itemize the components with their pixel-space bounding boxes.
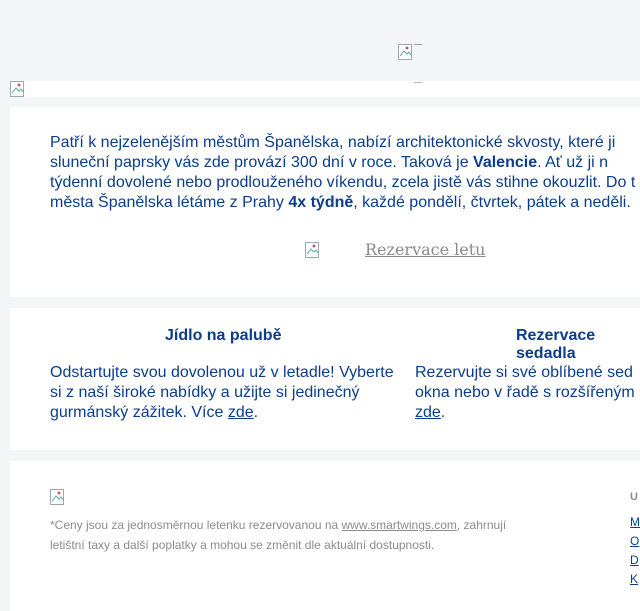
smartwings-link[interactable]: www.smartwings.com [342,518,457,532]
seat-line-1: Rezervujte si své oblíbené sed [415,364,633,381]
intro-line-2: sluneční paprsky vás zde provází 300 dní… [50,154,474,171]
intro-line-4-end: , každé pondělí, čtvrtek, pátek a neděli… [353,194,631,211]
intro-line-2-end: . Ať už ji n [537,154,609,171]
city-name: Valencie [473,154,538,171]
food-line-3-end: . [253,404,259,421]
footer-link[interactable]: K [630,570,640,589]
footer-side-links: M O D K [630,513,640,589]
intro-line-1: Patří k nejzelenějším městům Španělska, … [50,134,616,151]
header-logo-broken-image-icon [398,44,414,60]
flight-frequency: 4x týdně [288,194,354,211]
button-broken-image-icon [305,241,321,258]
hero-banner [10,81,640,97]
features-card: Jídlo na palubě Odstartujte svou dovolen… [10,308,640,450]
seat-more-link[interactable]: zde [415,404,441,421]
footer-logo-broken-image-icon [50,489,66,505]
intro-paragraph: Patří k nejzelenějším městům Španělska, … [50,133,640,213]
hero-broken-image-icon [10,81,26,97]
disclaimer-text: *Ceny jsou za jednosměrnou letenku rezer… [50,518,342,532]
intro-line-3: týdenní dovolené nebo prodlouženého víke… [50,174,636,191]
footer-side-heading: U [630,491,638,503]
feature-body-seat: Rezervujte si své oblíbené sed okna nebo… [415,363,640,423]
intro-line-4: města Španělska létáme z Prahy [50,194,289,211]
book-flight-label[interactable]: Rezervace letu [365,240,485,259]
footer-link[interactable]: O [630,532,640,551]
food-more-link[interactable]: zde [228,404,254,421]
seat-line-2: okna nebo v řadě s rozšířeným [415,384,635,401]
book-flight-button[interactable]: Rezervace letu [305,240,485,259]
footer-card: *Ceny jsou za jednosměrnou letenku rezer… [10,461,640,611]
food-line-2: si z naší široké nabídky a užijte si jed… [50,384,360,401]
price-disclaimer: *Ceny jsou za jednosměrnou letenku rezer… [50,515,520,555]
feature-body-food: Odstartujte svou dovolenou už v letadle!… [50,363,395,423]
footer-link[interactable]: M [630,513,640,532]
food-line-1: Odstartujte svou dovolenou už v letadle!… [50,364,394,381]
logo-alt-underline [414,44,422,45]
feature-title-food: Jídlo na palubě [165,327,282,344]
hero-alt-dash [414,82,422,83]
intro-card: Patří k nejzelenějším městům Španělska, … [10,107,640,297]
feature-title-seat: Rezervace sedadla [516,327,596,362]
seat-line-3-end: . [440,404,446,421]
food-line-3: gurmánský zážitek. Více [50,404,228,421]
footer-link[interactable]: D [630,551,640,570]
